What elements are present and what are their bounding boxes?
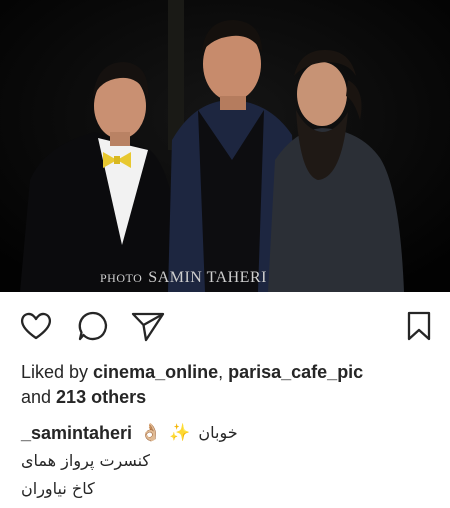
- heart-icon: [20, 312, 52, 340]
- share-button[interactable]: [131, 309, 165, 343]
- save-button[interactable]: [402, 309, 436, 343]
- likes-summary: Liked by cinema_online, parisa_cafe_pic …: [21, 360, 441, 410]
- ok-hand-emoji: 👌🏼: [140, 423, 162, 442]
- bookmark-icon: [407, 311, 431, 341]
- watermark-large: SAMIN TAHERI: [148, 269, 267, 286]
- comment-button[interactable]: [76, 309, 110, 343]
- caption-username[interactable]: _samintaheri: [21, 420, 132, 446]
- share-icon: [131, 312, 165, 342]
- likes-others-link[interactable]: 213 others: [56, 387, 146, 407]
- photo-illustration: [0, 0, 450, 292]
- photo-watermark: PHOTO SAMIN TAHERI: [100, 269, 267, 287]
- caption-text-line1: خوبان: [198, 423, 238, 442]
- caption-text-line2: کنسرت پرواز همای: [21, 451, 151, 470]
- post-photo[interactable]: PHOTO SAMIN TAHERI: [0, 0, 450, 292]
- likes-and: and: [21, 387, 57, 407]
- sparkles-emoji: ✨: [169, 423, 191, 442]
- caption-text-line3: کاخ نیاوران: [21, 479, 95, 498]
- likes-separator: ,: [218, 362, 229, 382]
- comment-icon: [78, 311, 108, 341]
- liker-parisa-cafe-pic[interactable]: parisa_cafe_pic: [228, 362, 363, 382]
- post-caption: _samintaheri 👌🏼 ✨ خوبان کنسرت پرواز همای…: [21, 420, 441, 502]
- watermark-small: PHOTO: [100, 271, 143, 285]
- like-button[interactable]: [19, 309, 53, 343]
- likes-prefix: Liked by: [21, 362, 94, 382]
- action-bar: [0, 292, 450, 354]
- liker-cinema-online[interactable]: cinema_online: [93, 362, 218, 382]
